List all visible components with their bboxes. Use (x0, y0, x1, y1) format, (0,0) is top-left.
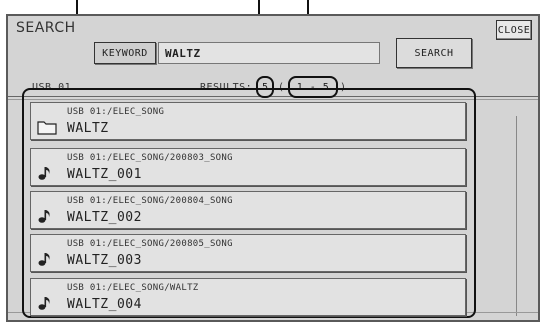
list-item[interactable]: USB 01:/ELEC_SONG/200803_SONG WALTZ_001 (30, 148, 466, 186)
item-path: USB 01:/ELEC_SONG/200803_SONG (67, 153, 233, 163)
close-button[interactable]: CLOSE (496, 20, 532, 40)
music-note-icon (37, 208, 55, 224)
item-path: USB 01:/ELEC_SONG/200804_SONG (67, 196, 233, 206)
music-note-icon (37, 165, 55, 181)
list-item[interactable]: USB 01:/ELEC_SONG WALTZ (30, 102, 466, 140)
folder-icon (37, 119, 57, 135)
item-path: USB 01:/ELEC_SONG/200805_SONG (67, 239, 233, 249)
item-name: WALTZ_003 (67, 253, 142, 268)
list-item[interactable]: USB 01:/ELEC_SONG/200804_SONG WALTZ_002 (30, 191, 466, 229)
keyword-button[interactable]: KEYWORD (94, 42, 156, 64)
music-note-icon (37, 251, 55, 267)
item-path: USB 01:/ELEC_SONG (67, 107, 165, 117)
item-name: WALTZ_004 (67, 297, 142, 312)
window-title: SEARCH (16, 20, 76, 36)
music-note-icon (37, 295, 55, 311)
list-item[interactable]: USB 01:/ELEC_SONG/WALTZ WALTZ_004 (30, 278, 466, 316)
search-button[interactable]: SEARCH (396, 38, 472, 68)
item-name: WALTZ_002 (67, 210, 142, 225)
scroll-ridge (516, 116, 517, 316)
list-item[interactable]: USB 01:/ELEC_SONG/200805_SONG WALTZ_003 (30, 234, 466, 272)
item-name: WALTZ (67, 121, 109, 136)
item-path: USB 01:/ELEC_SONG/WALTZ (67, 283, 199, 293)
keyword-input[interactable]: WALTZ (158, 42, 380, 64)
item-name: WALTZ_001 (67, 167, 142, 182)
